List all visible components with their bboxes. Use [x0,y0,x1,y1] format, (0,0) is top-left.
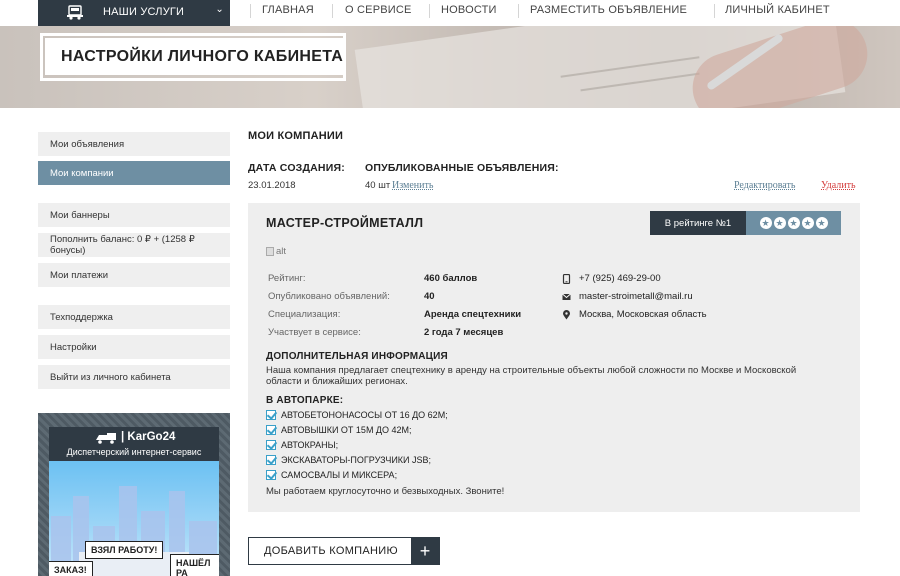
ad-badge-took-job: ВЗЯЛ РАБОТУ! [85,541,164,559]
section-title: МОИ КОМПАНИИ [248,130,344,142]
fleet-item-label: АВТОКРАНЫ; [281,440,339,450]
company-logo-image: alt [266,246,286,257]
checkmark-icon [266,470,276,480]
ad-subtitle: Диспетчерский интернет-сервис [66,447,202,457]
email-icon [562,293,571,300]
ad-content: | KarGo24 Диспетчерский интернет-сервис … [49,427,219,576]
fleet-title: В АВТОПАРКЕ: [266,395,344,406]
fleet-item: САМОСВАЛЫ И МИКСЕРА; [266,470,397,480]
published-ads-value: 40 шт [365,180,391,191]
nav-divider [429,4,430,18]
phone-icon [562,273,571,284]
sidebar-item-my-payments[interactable]: Мои платежи [38,263,230,287]
ad-badge-found: НАШЁЛ РА [170,554,219,576]
fleet-item: АВТОВЫШКИ ОТ 15М ДО 42М; [266,425,412,435]
image-alt-text: alt [276,246,287,257]
star-icon: ★ [801,217,814,229]
add-company-label: ДОБАВИТЬ КОМПАНИЮ [264,545,398,557]
phone-number: +7 (925) 469-29-00 [579,273,661,284]
contact-phone[interactable]: +7 (925) 469-29-00 [562,273,661,284]
fleet-item-label: АВТОВЫШКИ ОТ 15М ДО 42М; [281,425,412,435]
detail-key-membership: Участвует в сервисе: [268,327,361,338]
sidebar-item-my-companies[interactable]: Мои компании [38,161,230,185]
nav-divider [332,4,333,18]
star-icon: ★ [815,217,828,229]
extra-info-text: Наша компания предлагает спецтехнику в а… [266,365,797,387]
created-date-value: 23.01.2018 [248,180,296,191]
sidebar-item-my-ads[interactable]: Мои объявления [38,132,230,156]
top-navigation: НАШИ УСЛУГИ ⌄ ГЛАВНАЯ О СЕРВИСЕ НОВОСТИ … [0,0,900,26]
sidebar-item-settings[interactable]: Настройки [38,335,230,359]
contact-location: Москва, Московская область [562,309,707,320]
detail-value-rating: 460 баллов [424,273,478,284]
created-date-label: ДАТА СОЗДАНИЯ: [248,162,345,174]
delete-company-link[interactable]: Удалить [821,180,856,191]
contact-email[interactable]: master-stroimetall@mail.ru [562,291,693,302]
chevron-down-icon: ⌄ [215,4,224,15]
truck-logo-icon [96,433,116,444]
edit-company-link[interactable]: Редактировать [734,180,795,191]
change-link[interactable]: Изменить [392,180,433,191]
detail-key-published: Опубликовано объявлений: [268,291,390,302]
nav-divider [250,4,251,18]
checkmark-icon [266,410,276,420]
nav-link-post-ad[interactable]: РАЗМЕСТИТЬ ОБЪЯВЛЕНИЕ [530,4,687,16]
ad-brand-name: KarGo24 [127,431,176,443]
add-company-button[interactable]: ДОБАВИТЬ КОМПАНИЮ + [248,537,440,565]
nav-link-news[interactable]: НОВОСТИ [441,4,497,16]
detail-value-specialization: Аренда спецтехники [424,309,522,320]
ad-badge-order: ЗАКАЗ! [49,561,93,576]
company-name: МАСТЕР-СТРОЙМЕТАЛЛ [266,216,424,230]
detail-key-specialization: Специализация: [268,309,341,320]
fleet-item-label: ЭКСКАВАТОРЫ-ПОГРУЗЧИКИ JSB; [281,455,432,465]
nav-divider [518,4,519,18]
sidebar-item-logout[interactable]: Выйти из личного кабинета [38,365,230,389]
closing-text: Мы работаем круглосуточно и безвыходных.… [266,486,505,497]
email-address: master-stroimetall@mail.ru [579,291,693,302]
extra-info-title: ДОПОЛНИТЕЛЬНАЯ ИНФОРМАЦИЯ [266,351,448,362]
fleet-item: ЭКСКАВАТОРЫ-ПОГРУЗЧИКИ JSB; [266,455,431,465]
fleet-item: АВТОБЕТОНОНАСОСЫ ОТ 16 ДО 62М; [266,410,448,420]
checkmark-icon [266,425,276,435]
star-icon: ★ [787,217,800,229]
fleet-item-label: АВТОБЕТОНОНАСОСЫ ОТ 16 ДО 62М; [281,410,448,420]
detail-key-rating: Рейтинг: [268,273,306,284]
truck-icon [67,5,83,20]
fleet-item: АВТОКРАНЫ; [266,440,338,450]
location-pin-icon [563,309,570,319]
rating-stars: ★ ★ ★ ★ ★ [746,211,841,235]
published-ads-label: ОПУБЛИКОВАННЫЕ ОБЪЯВЛЕНИЯ: [365,162,559,174]
star-icon: ★ [759,217,772,229]
broken-image-icon [266,247,274,256]
nav-link-account[interactable]: ЛИЧНЫЙ КАБИНЕТ [725,4,830,16]
nav-divider [714,4,715,18]
detail-value-published: 40 [424,291,435,302]
nav-link-about[interactable]: О СЕРВИСЕ [345,4,412,16]
sidebar-ad-banner[interactable]: | KarGo24 Диспетчерский интернет-сервис … [38,413,230,576]
ad-brand: | KarGo24 [121,431,176,443]
sidebar-item-my-banners[interactable]: Мои баннеры [38,203,230,227]
page-title: НАСТРОЙКИ ЛИЧНОГО КАБИНЕТА [45,38,345,75]
sidebar-item-top-up-balance[interactable]: Пополнить баланс: 0 ₽ + (1258 ₽ бонусы) [38,233,230,257]
plus-icon: + [411,538,439,564]
rating-badge: В рейтинге №1 ★ ★ ★ ★ ★ [650,211,841,235]
rating-label: В рейтинге №1 [650,211,746,235]
fleet-item-label: САМОСВАЛЫ И МИКСЕРА; [281,470,398,480]
nav-link-home[interactable]: ГЛАВНАЯ [262,4,314,16]
star-icon: ★ [773,217,786,229]
checkmark-icon [266,455,276,465]
checkmark-icon [266,440,276,450]
services-label: НАШИ УСЛУГИ [103,6,185,18]
detail-value-membership: 2 года 7 месяцев [424,327,504,338]
location-text: Москва, Московская область [579,309,707,320]
services-menu-button[interactable]: НАШИ УСЛУГИ ⌄ [38,0,230,26]
sidebar-item-support[interactable]: Техподдержка [38,305,230,329]
